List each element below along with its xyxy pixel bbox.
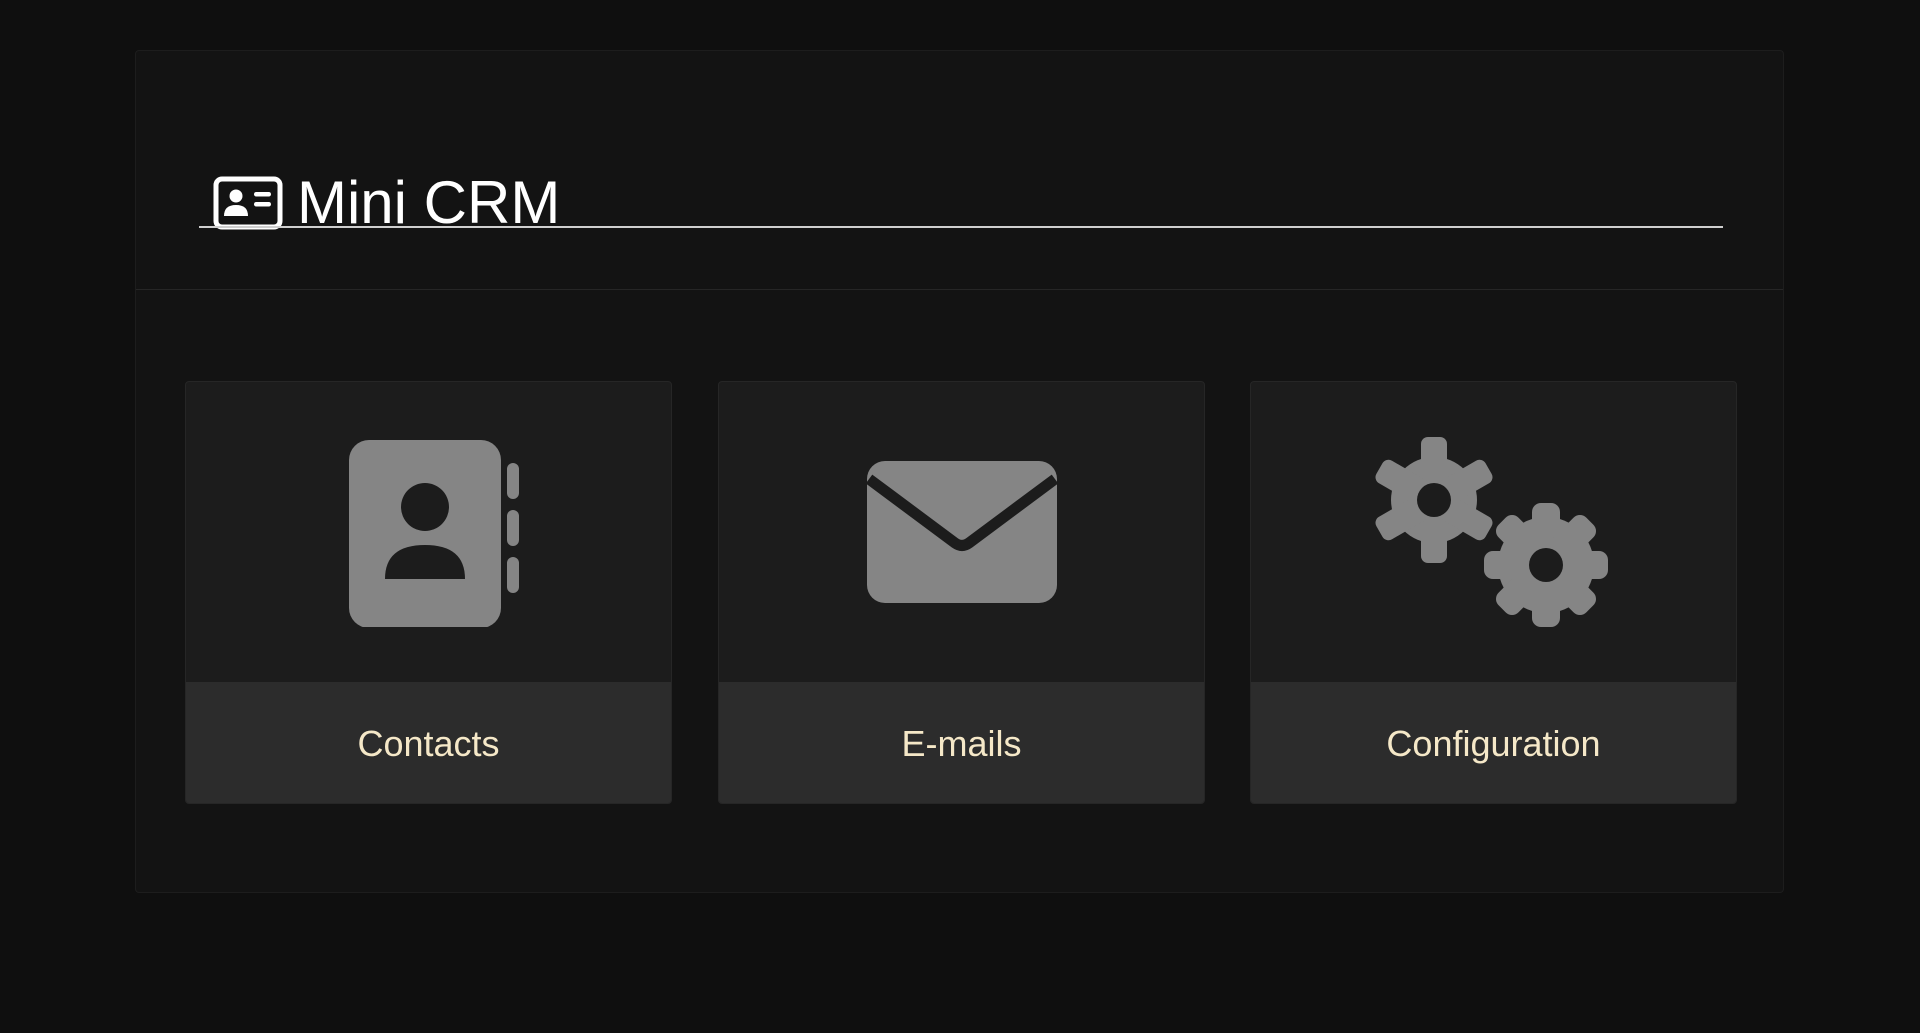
contacts-tile[interactable]: Contacts <box>185 381 672 804</box>
address-book-icon <box>348 440 519 627</box>
tile-footer: Contacts <box>186 682 671 803</box>
gears-icon <box>1375 437 1608 627</box>
tile-icon-area <box>719 382 1204 682</box>
configuration-tile[interactable]: Configuration <box>1250 381 1737 804</box>
panel-header: Mini CRM <box>136 51 1783 290</box>
tile-footer: Configuration <box>1251 682 1736 803</box>
tile-footer: E-mails <box>719 682 1204 803</box>
tile-icon-area <box>186 382 671 682</box>
configuration-label: Configuration <box>1386 722 1601 764</box>
contacts-label: Contacts <box>357 722 500 764</box>
emails-label: E-mails <box>901 722 1022 764</box>
id-card-icon <box>213 176 283 230</box>
main-panel: Mini CRM Contacts E-mails Configuration <box>135 50 1784 893</box>
emails-tile[interactable]: E-mails <box>718 381 1205 804</box>
envelope-icon <box>866 461 1057 603</box>
title-divider <box>199 226 1723 228</box>
tile-icon-area <box>1251 382 1736 682</box>
